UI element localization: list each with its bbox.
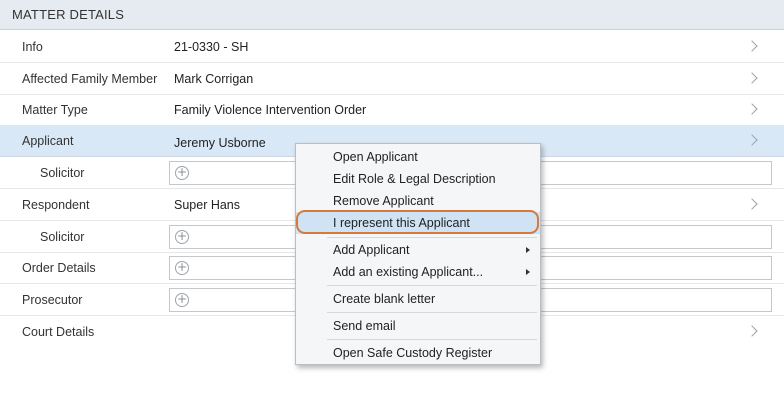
row-label: Court Details — [22, 325, 95, 339]
chevron-right-icon[interactable] — [746, 325, 758, 337]
context-menu: Open Applicant Edit Role & Legal Descrip… — [295, 143, 541, 365]
add-circle-icon[interactable]: + — [175, 166, 189, 180]
chevron-right-icon[interactable] — [746, 72, 758, 84]
chevron-right-icon[interactable] — [746, 198, 758, 210]
add-circle-icon[interactable]: + — [175, 261, 189, 275]
menu-separator — [327, 237, 537, 238]
menu-separator — [327, 285, 537, 286]
chevron-right-icon[interactable] — [746, 134, 758, 146]
submenu-arrow-icon — [526, 269, 530, 275]
row-info[interactable]: Info 21-0330 - SH — [0, 31, 784, 63]
row-value: Family Violence Intervention Order — [174, 103, 367, 117]
menu-item-edit-role[interactable]: Edit Role & Legal Description — [296, 168, 540, 190]
row-matter-type[interactable]: Matter Type Family Violence Intervention… — [0, 94, 784, 126]
row-label: Matter Type — [22, 103, 88, 117]
row-label: Respondent — [22, 198, 90, 212]
row-label: Prosecutor — [22, 293, 83, 307]
menu-item-label: Add an existing Applicant... — [333, 265, 484, 279]
menu-item-send-email[interactable]: Send email — [296, 315, 540, 337]
row-label: Order Details — [22, 261, 96, 275]
menu-separator — [327, 339, 537, 340]
chevron-right-icon[interactable] — [746, 40, 758, 52]
menu-item-create-letter[interactable]: Create blank letter — [296, 288, 540, 310]
submenu-arrow-icon — [526, 247, 530, 253]
row-affected-family-member[interactable]: Affected Family Member Mark Corrigan — [0, 63, 784, 95]
menu-separator — [327, 312, 537, 313]
row-value: Mark Corrigan — [174, 72, 254, 86]
menu-item-safe-custody[interactable]: Open Safe Custody Register — [296, 342, 540, 364]
chevron-right-icon[interactable] — [746, 103, 758, 115]
menu-item-label: Add Applicant — [333, 243, 410, 257]
menu-item-add-applicant[interactable]: Add Applicant — [296, 239, 540, 261]
row-value: Jeremy Usborne — [174, 136, 266, 150]
section-header: MATTER DETAILS — [0, 0, 784, 30]
row-value: 21-0330 - SH — [174, 40, 249, 54]
menu-item-open-applicant[interactable]: Open Applicant — [296, 146, 540, 168]
menu-item-add-existing[interactable]: Add an existing Applicant... — [296, 261, 540, 283]
row-label: Solicitor — [40, 166, 85, 180]
menu-item-i-represent[interactable]: I represent this Applicant — [296, 212, 540, 234]
row-label: Affected Family Member — [22, 72, 158, 86]
row-label: Info — [22, 40, 43, 54]
row-label: Solicitor — [40, 230, 85, 244]
add-circle-icon[interactable]: + — [175, 293, 189, 307]
menu-item-remove-applicant[interactable]: Remove Applicant — [296, 190, 540, 212]
row-label: Applicant — [22, 134, 74, 148]
add-circle-icon[interactable]: + — [175, 230, 189, 244]
row-value: Super Hans — [174, 198, 241, 212]
